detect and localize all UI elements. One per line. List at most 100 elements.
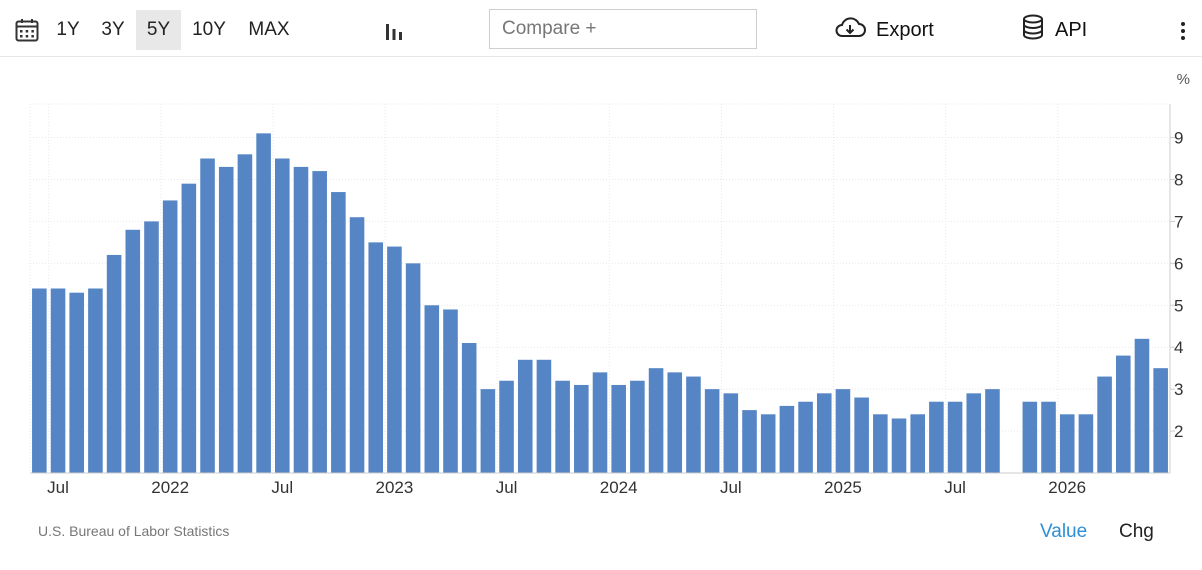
chg-toggle[interactable]: Chg — [1119, 521, 1154, 543]
chart-bar[interactable] — [574, 384, 589, 473]
y-axis-unit: % — [1177, 71, 1190, 88]
chart-bar[interactable] — [536, 359, 552, 473]
source-attribution: U.S. Bureau of Labor Statistics — [38, 523, 230, 539]
chart-bar[interactable] — [256, 133, 271, 473]
y-tick-label: 8 — [1174, 170, 1183, 189]
more-vertical-icon[interactable] — [1178, 21, 1188, 46]
compare-input-box[interactable] — [489, 9, 757, 49]
y-tick-label: 2 — [1174, 422, 1183, 441]
range-10y-button[interactable]: 10Y — [185, 10, 233, 50]
chart-bar[interactable] — [480, 389, 496, 473]
chart-bar[interactable] — [1041, 401, 1056, 473]
y-tick-label: 3 — [1174, 380, 1183, 399]
chart-bar[interactable] — [162, 200, 178, 473]
x-tick-label: Jul — [271, 478, 293, 497]
x-tick-label: Jul — [720, 478, 742, 497]
chart-bar[interactable] — [966, 393, 982, 473]
range-5y-button[interactable]: 5Y — [136, 10, 181, 50]
export-button[interactable]: Export — [834, 14, 934, 46]
chart-bar[interactable] — [312, 171, 327, 473]
chart-bar[interactable] — [985, 389, 1000, 473]
chart-bar[interactable] — [854, 397, 869, 473]
x-tick-label: 2026 — [1048, 478, 1086, 497]
chart-bar[interactable] — [910, 414, 925, 473]
api-button[interactable]: API — [1021, 14, 1087, 46]
chart-bar[interactable] — [1134, 338, 1150, 473]
chart-bar[interactable] — [144, 221, 159, 473]
range-3y-button[interactable]: 3Y — [93, 10, 133, 50]
y-tick-label: 7 — [1174, 212, 1183, 231]
x-tick-label: Jul — [496, 478, 518, 497]
chart-bar[interactable] — [592, 372, 608, 473]
chart-bar[interactable] — [1022, 401, 1038, 473]
x-axis: Jul 2022 Jul 2023 Jul 2024 Jul 2025 Jul 2026 — [30, 472, 1170, 497]
chart-bar[interactable] — [1115, 355, 1131, 473]
chart-bar[interactable] — [760, 414, 776, 473]
range-max-button[interactable]: MAX — [240, 10, 298, 50]
chart-bar[interactable] — [667, 372, 683, 473]
value-toggle[interactable]: Value — [1040, 521, 1087, 543]
chart-bar[interactable] — [88, 288, 103, 474]
chart-bar[interactable] — [387, 246, 402, 473]
x-tick-label: Jul — [47, 478, 69, 497]
chart-bar[interactable] — [611, 384, 626, 473]
chart-bar[interactable] — [779, 405, 795, 473]
calendar-icon[interactable] — [15, 18, 39, 47]
chart-toolbar: 1Y 3Y 5Y 10Y MAX Export — [0, 0, 1202, 57]
chart-bar[interactable] — [648, 368, 664, 473]
chart-bar[interactable] — [106, 254, 122, 473]
range-1y-button[interactable]: 1Y — [48, 10, 88, 50]
chart-bar[interactable] — [704, 389, 720, 473]
x-tick-label: 2025 — [824, 478, 862, 497]
chart-bar[interactable] — [69, 292, 85, 473]
chart-bar[interactable] — [555, 380, 570, 473]
chart-bar[interactable] — [816, 393, 832, 473]
chart-bar[interactable] — [275, 158, 290, 473]
chart-bar[interactable] — [1153, 368, 1168, 473]
chart-bar[interactable] — [237, 154, 253, 473]
y-tick-label: 4 — [1174, 338, 1183, 357]
chart-bar[interactable] — [947, 401, 963, 473]
chart-bar[interactable] — [443, 309, 458, 473]
chart-bar[interactable] — [368, 242, 384, 473]
api-label: API — [1055, 18, 1088, 41]
x-tick-label: 2023 — [376, 478, 414, 497]
chart-bar[interactable] — [517, 359, 533, 473]
chart-bar[interactable] — [686, 376, 701, 473]
y-tick-label: 9 — [1174, 129, 1183, 148]
chart-bar[interactable] — [742, 410, 757, 473]
chart-bar[interactable] — [461, 343, 477, 473]
chart-bar[interactable] — [331, 192, 346, 473]
chart-bar[interactable] — [424, 305, 440, 473]
compare-input[interactable] — [490, 10, 756, 48]
chart-bar[interactable] — [929, 401, 944, 473]
chart-bar[interactable] — [630, 380, 645, 473]
export-label: Export — [876, 18, 934, 41]
chart-bar[interactable] — [125, 229, 141, 473]
chart-bar[interactable] — [200, 158, 215, 473]
chart-bar[interactable] — [1078, 414, 1094, 473]
chart-bar[interactable] — [50, 288, 66, 474]
y-axis: 2 3 4 5 6 7 8 9 — [1169, 104, 1183, 473]
bar-chart: 23456789 Jul 2022 Jul 2023 Jul 2024 Jul 2025 Jul… — [29, 71, 1190, 497]
bar-chart-icon[interactable] — [384, 20, 404, 45]
cloud-download-icon — [834, 15, 866, 45]
chart-bar[interactable] — [499, 380, 514, 473]
chart-bar[interactable] — [1097, 376, 1112, 473]
chart-bar[interactable] — [1059, 414, 1075, 473]
chart-bar[interactable] — [32, 288, 47, 474]
database-icon — [1021, 14, 1045, 46]
chart-bar[interactable] — [349, 217, 365, 473]
chart-bar[interactable] — [405, 263, 421, 473]
chart-bar[interactable] — [723, 393, 739, 473]
x-tick-label: Jul — [944, 478, 966, 497]
chart-bar[interactable] — [218, 166, 234, 473]
chart-bar[interactable] — [181, 183, 197, 473]
chart-bar[interactable] — [891, 418, 907, 473]
chart-bar[interactable] — [798, 401, 813, 473]
chart-bar[interactable] — [835, 389, 851, 473]
chart-bar[interactable] — [873, 414, 888, 473]
chart-bars — [32, 133, 1168, 473]
x-tick-label: 2022 — [151, 478, 189, 497]
chart-bar[interactable] — [293, 166, 309, 473]
